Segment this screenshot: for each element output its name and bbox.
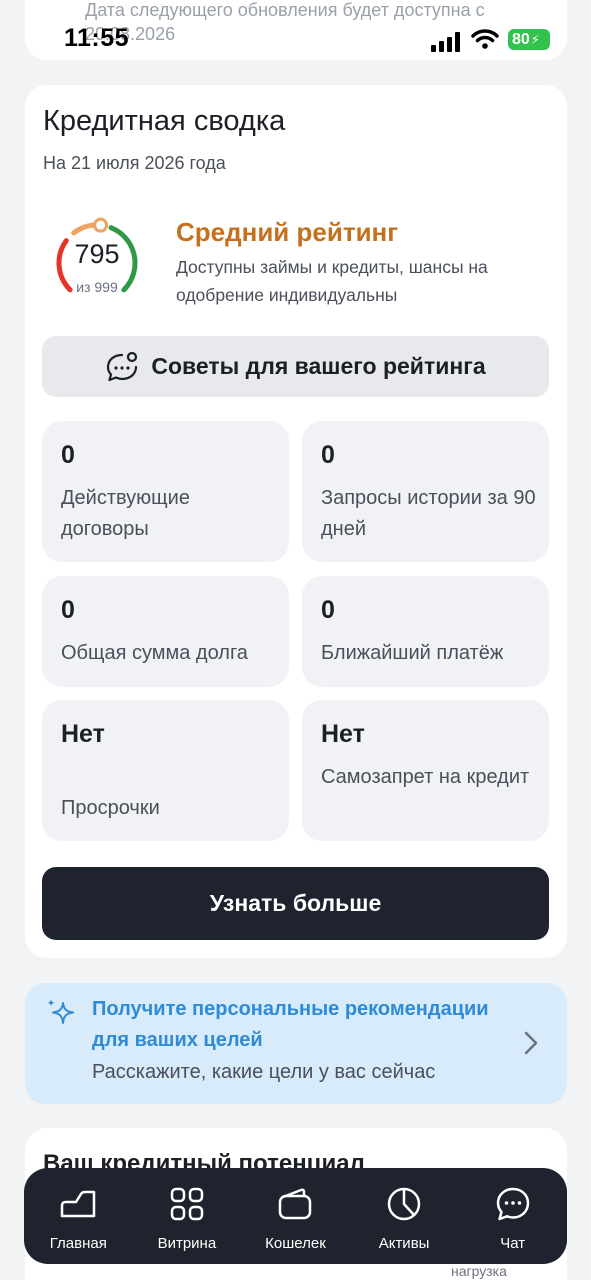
tile-next-payment[interactable]: 0 Ближайший платёж <box>302 576 549 687</box>
learn-more-button[interactable]: Узнать больше <box>42 867 549 940</box>
tile-value: 0 <box>61 441 75 469</box>
tile-self-ban[interactable]: Нет Самозапрет на кредит <box>302 700 549 841</box>
gauge-marker <box>93 217 109 233</box>
tile-value: 0 <box>321 441 335 469</box>
tile-label: Просрочки <box>61 797 160 819</box>
rating-tips-button[interactable]: Советы для вашего рейтинга <box>42 336 549 397</box>
chart-icon <box>387 1187 421 1221</box>
nav-item-wallet[interactable]: Кошелек <box>241 1168 350 1264</box>
recommendation-title: Получите персональные рекомендации для в… <box>92 998 489 1051</box>
nav-label: Главная <box>49 1235 107 1252</box>
tile-value: Нет <box>321 720 365 748</box>
tile-overdue[interactable]: Нет Просрочки <box>42 700 289 841</box>
nav-item-showcase[interactable]: Витрина <box>133 1168 242 1264</box>
nav-label: Чат <box>500 1235 526 1252</box>
rating-gauge: 795 из 999 <box>39 213 155 305</box>
tile-value: Нет <box>61 720 105 748</box>
tile-label: Самозапрет на кредит <box>321 766 530 788</box>
tile-label: Ближайший платёж <box>321 642 504 664</box>
tile-total-debt[interactable]: 0 Общая сумма долга <box>42 576 289 687</box>
rating-title: Средний рейтинг <box>176 217 399 247</box>
home-icon <box>61 1190 96 1218</box>
nav-label: Активы <box>378 1235 430 1252</box>
grid-icon <box>170 1187 204 1221</box>
credit-summary-card: Кредитная сводка На 21 июля 2026 года 79… <box>25 85 567 958</box>
tile-label: Действующие договоры <box>61 487 190 540</box>
tile-history-requests[interactable]: 0 Запросы истории за 90 дней <box>302 421 549 562</box>
wifi-icon <box>471 29 499 49</box>
nav-item-assets[interactable]: Активы <box>350 1168 459 1264</box>
nav-label: Витрина <box>157 1235 217 1252</box>
tile-value: 0 <box>61 596 75 624</box>
status-time: 11:55 <box>64 24 130 52</box>
learn-more-label: Узнать больше <box>209 890 382 916</box>
tile-label: Общая сумма долга <box>61 642 248 664</box>
tile-label: Запросы истории за 90 дней <box>321 487 536 540</box>
nav-item-home[interactable]: Главная <box>24 1168 133 1264</box>
bottom-nav: Главная Витрина Кошелек Активы Чат <box>24 1168 567 1264</box>
tile-value: 0 <box>321 596 335 624</box>
chat-bubble-icon <box>107 351 138 381</box>
summary-date: На 21 июля 2026 года <box>43 153 226 173</box>
recommendation-subtitle: Расскажите, какие цели у вас сейчас <box>92 1061 436 1083</box>
recommendation-card[interactable]: Получите персональные рекомендации для в… <box>25 983 567 1104</box>
battery-icon: 80 ⚡ <box>508 29 550 50</box>
tile-active-contracts[interactable]: 0 Действующие договоры <box>42 421 289 562</box>
status-bar: 11:55 80 ⚡ <box>0 22 591 58</box>
nav-item-chat[interactable]: Чат <box>458 1168 567 1264</box>
rating-score: 795 <box>74 239 120 269</box>
chat-icon <box>496 1187 529 1221</box>
rating-max: из 999 <box>76 279 118 295</box>
battery-level: 80 <box>512 30 530 48</box>
rating-description: Доступны займы и кредиты, шансы на одобр… <box>176 257 488 305</box>
page-title: Кредитная сводка <box>43 105 286 137</box>
sparkle-icon <box>47 999 74 1024</box>
wallet-icon <box>279 1188 312 1220</box>
rating-tips-label: Советы для вашего рейтинга <box>151 353 486 379</box>
nav-label: Кошелек <box>265 1235 326 1252</box>
load-label: нагрузка <box>451 1263 507 1279</box>
signal-icon <box>431 32 460 52</box>
chevron-right-icon <box>524 1031 538 1055</box>
